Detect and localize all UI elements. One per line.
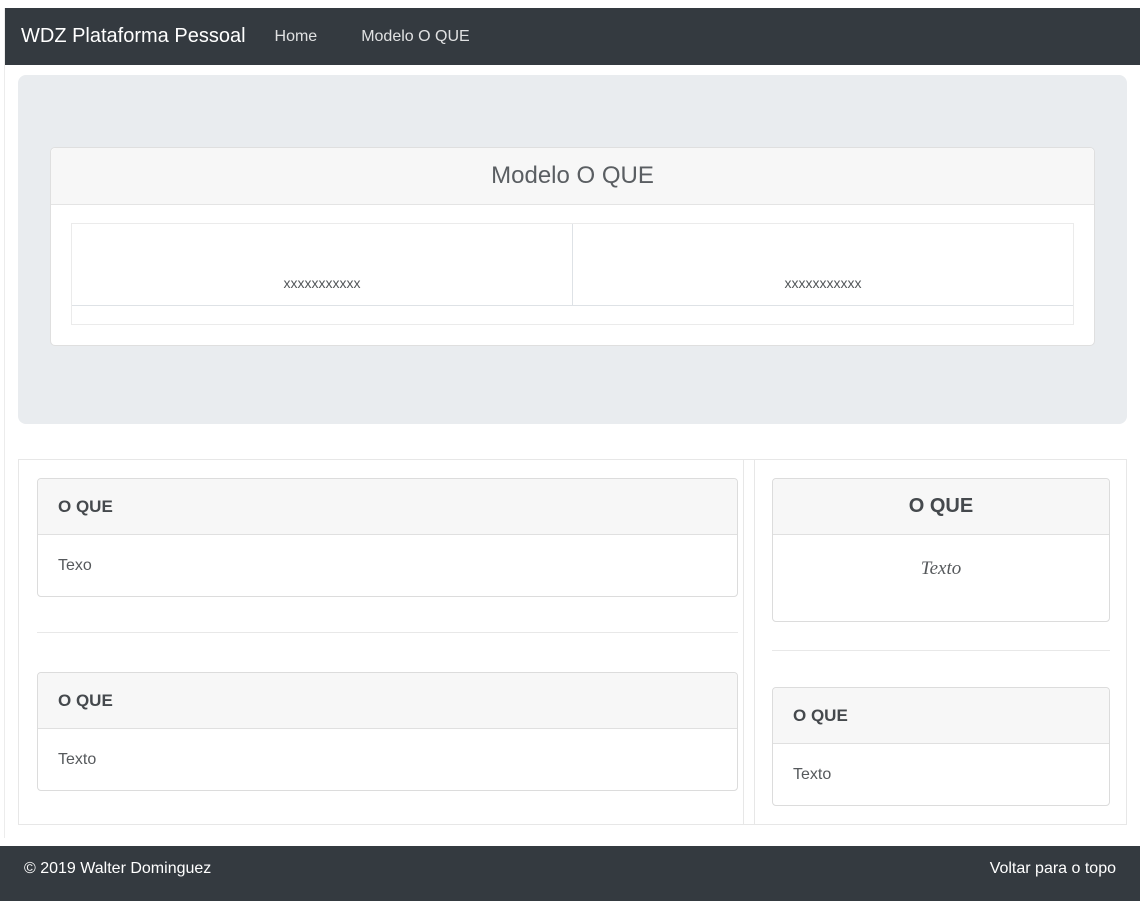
card-oque-left-1-body: Texo [38,535,737,596]
back-to-top-link[interactable]: Voltar para o topo [990,860,1116,878]
modelo-table-row: xxxxxxxxxxx xxxxxxxxxxx [72,224,1073,306]
jumbotron: Modelo O QUE xxxxxxxxxxx xxxxxxxxxxx [18,75,1127,424]
right-column: O QUE Texto O QUE Texto [754,460,1126,824]
top-navbar: WDZ Plataforma Pessoal Home Modelo O QUE [5,8,1140,65]
modelo-card: Modelo O QUE xxxxxxxxxxx xxxxxxxxxxx [50,147,1095,346]
nav-link-home[interactable]: Home [259,20,334,54]
left-column-divider [37,632,738,633]
modelo-table-empty-row [72,306,1073,324]
navbar-brand[interactable]: WDZ Plataforma Pessoal [21,25,246,48]
card-oque-right-2-title: O QUE [773,688,1109,744]
card-oque-right-2-body: Texto [773,744,1109,805]
card-oque-right-1-body: Texto [773,535,1109,621]
modelo-card-title: Modelo O QUE [491,162,654,189]
right-column-divider [772,650,1110,651]
modelo-table-cell-left: xxxxxxxxxxx [72,224,573,305]
content-section: O QUE Texo O QUE Texto O QUE Texto O QUE… [18,459,1127,825]
footer-copyright: © 2019 Walter Dominguez [24,860,211,878]
card-oque-left-2-title: O QUE [38,673,737,729]
nav-link-modelo-o-que[interactable]: Modelo O QUE [345,20,485,54]
main-container: Modelo O QUE xxxxxxxxxxx xxxxxxxxxxx O [5,75,1140,825]
card-oque-left-1-title: O QUE [38,479,737,535]
left-column: O QUE Texo O QUE Texto [19,460,744,824]
card-oque-left-1: O QUE Texo [37,478,738,597]
page-wrapper: WDZ Plataforma Pessoal Home Modelo O QUE… [4,8,1140,838]
modelo-card-body: xxxxxxxxxxx xxxxxxxxxxx [51,205,1094,345]
card-oque-right-1-title: O QUE [773,479,1109,535]
modelo-table-cell-right: xxxxxxxxxxx [573,224,1073,305]
card-oque-right-2: O QUE Texto [772,687,1110,806]
card-oque-right-1: O QUE Texto [772,478,1110,622]
modelo-table: xxxxxxxxxxx xxxxxxxxxxx [71,223,1074,325]
modelo-card-header: Modelo O QUE [51,148,1094,205]
card-oque-left-2-body: Texto [38,729,737,790]
card-oque-left-2: O QUE Texto [37,672,738,791]
